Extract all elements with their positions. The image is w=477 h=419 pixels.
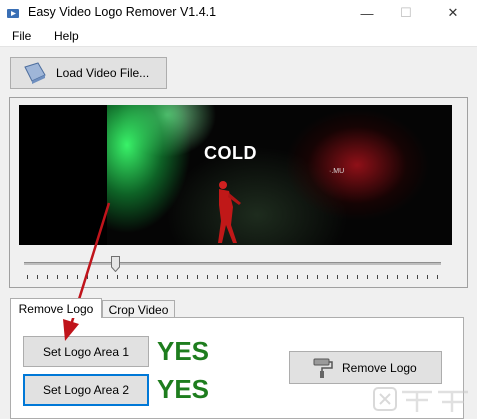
app-icon xyxy=(7,9,19,18)
film-icon xyxy=(24,62,46,84)
set-logo-area-2-button[interactable]: Set Logo Area 2 xyxy=(23,374,149,406)
tab-remove-logo[interactable]: Remove Logo xyxy=(10,298,102,318)
window-title: Easy Video Logo Remover V1.4.1 xyxy=(28,5,217,19)
load-video-button[interactable]: Load Video File... xyxy=(10,57,167,89)
video-overlay-title: COLD xyxy=(204,143,257,163)
video-overlay-small: ·.MU xyxy=(329,168,345,175)
logo-area-1-status: YES xyxy=(157,336,210,366)
maximize-button[interactable]: ☐ xyxy=(390,0,422,26)
video-frame-image xyxy=(107,105,452,245)
annotation-arrow xyxy=(63,202,111,341)
remove-logo-button[interactable]: Remove Logo xyxy=(289,351,442,384)
menu-file[interactable]: File xyxy=(12,29,31,43)
performer-silhouette xyxy=(218,181,241,243)
paint-roller-icon xyxy=(313,358,333,378)
load-video-label: Load Video File... xyxy=(56,66,150,80)
menu-help[interactable]: Help xyxy=(54,29,79,43)
remove-logo-label: Remove Logo xyxy=(342,360,417,375)
minimize-button[interactable]: — xyxy=(351,0,383,26)
logo-area-2-status: YES xyxy=(157,374,210,404)
watermark-logo xyxy=(373,387,468,412)
close-button[interactable]: ✕ xyxy=(437,0,469,26)
